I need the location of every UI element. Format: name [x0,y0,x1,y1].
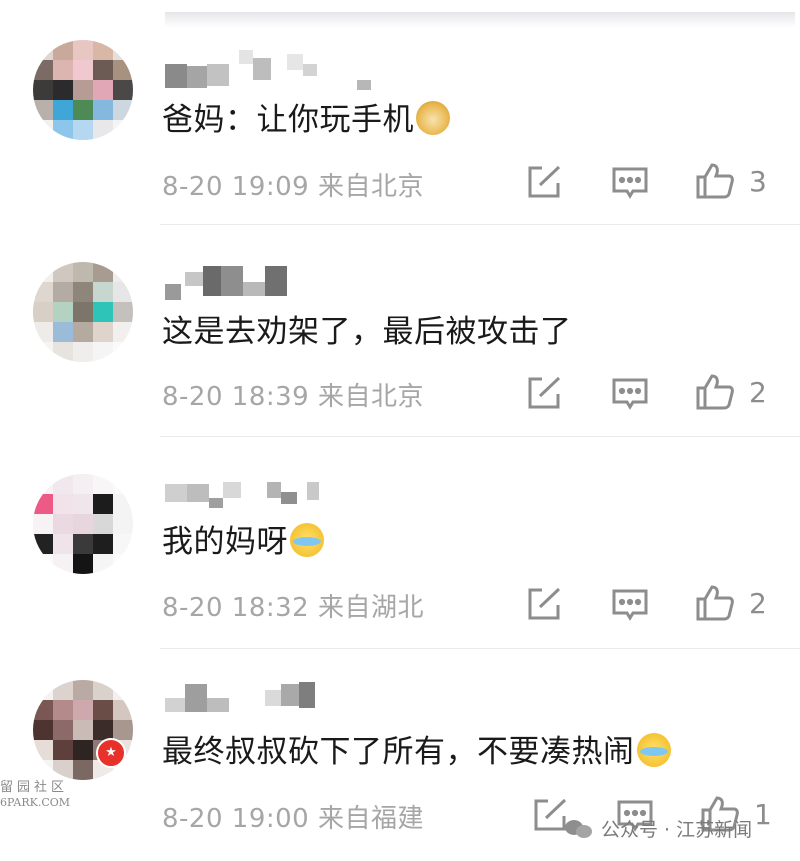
like-icon[interactable] [695,373,735,411]
wechat-icon [565,818,595,840]
watermark-6park: 留园社区 6PARK.COM [0,780,90,812]
laugh-cry-icon [290,523,324,557]
comment-meta: 8-20 19:09 来自北京 [162,166,424,203]
watermark-line1: 留园社区 [0,780,69,795]
comment-text: 这是去劝架了，最后被攻击了 [162,312,572,352]
watermark-text: 公众号 · 江苏新闻 [601,819,753,841]
comment-time: 8-20 19:09 [162,172,310,202]
comment-time: 8-20 19:00 [162,804,310,834]
comment-text-content: 我的妈呀 [162,524,288,560]
like-count: 3 [749,165,767,198]
like-count: 2 [749,376,767,409]
username-redacted[interactable] [165,266,287,300]
comment-icon[interactable] [611,377,649,411]
share-icon[interactable] [526,376,562,410]
like-count: 2 [749,587,767,620]
verified-badge-icon: ★ [96,738,126,768]
username-redacted[interactable] [165,50,371,90]
comment-item: 这是去劝架了，最后被攻击了 8-20 18:39 来自北京 2 [0,212,800,424]
comment-location: 来自湖北 [317,593,424,623]
comment-location: 来自北京 [317,172,424,202]
comment-location: 来自北京 [317,382,424,412]
laugh-cry-icon [636,733,671,767]
comment-item: 爸妈：让你玩手机 8-20 19:09 来自北京 3 [0,0,800,212]
username-redacted[interactable] [165,680,315,712]
like-icon[interactable] [695,162,735,200]
comment-icon[interactable] [611,588,649,622]
comment-item: 我的妈呀 8-20 18:32 来自湖北 2 [0,424,800,636]
share-icon[interactable] [532,798,568,832]
username-redacted[interactable] [165,476,319,508]
comment-meta: 8-20 19:00 来自福建 [162,798,424,835]
comment-text-content: 爸妈：让你玩手机 [162,102,414,138]
doge-icon [416,101,450,135]
comment-text: 爸妈：让你玩手机 [162,100,450,140]
comment-time: 8-20 18:39 [162,382,310,412]
comment-text-content: 最终叔叔砍下了所有，不要凑热闹 [162,734,635,770]
avatar[interactable] [33,262,133,362]
watermark-line2: 6PARK.COM [0,796,71,809]
watermark-wechat: 公众号 · 江苏新闻 [565,815,752,842]
like-count: 1 [754,798,772,831]
comment-text-content: 这是去劝架了，最后被攻击了 [162,314,572,350]
comment-meta: 8-20 18:39 来自北京 [162,376,424,413]
comment-text: 我的妈呀 [162,522,324,562]
avatar[interactable] [33,40,133,140]
comment-location: 来自福建 [317,804,424,834]
share-icon[interactable] [526,165,562,199]
comment-text: 最终叔叔砍下了所有，不要凑热闹 [162,732,671,772]
comment-time: 8-20 18:32 [162,593,310,623]
comment-icon[interactable] [611,166,649,200]
share-icon[interactable] [526,587,562,621]
comment-meta: 8-20 18:32 来自湖北 [162,587,424,624]
avatar[interactable] [33,474,133,574]
like-icon[interactable] [695,584,735,622]
